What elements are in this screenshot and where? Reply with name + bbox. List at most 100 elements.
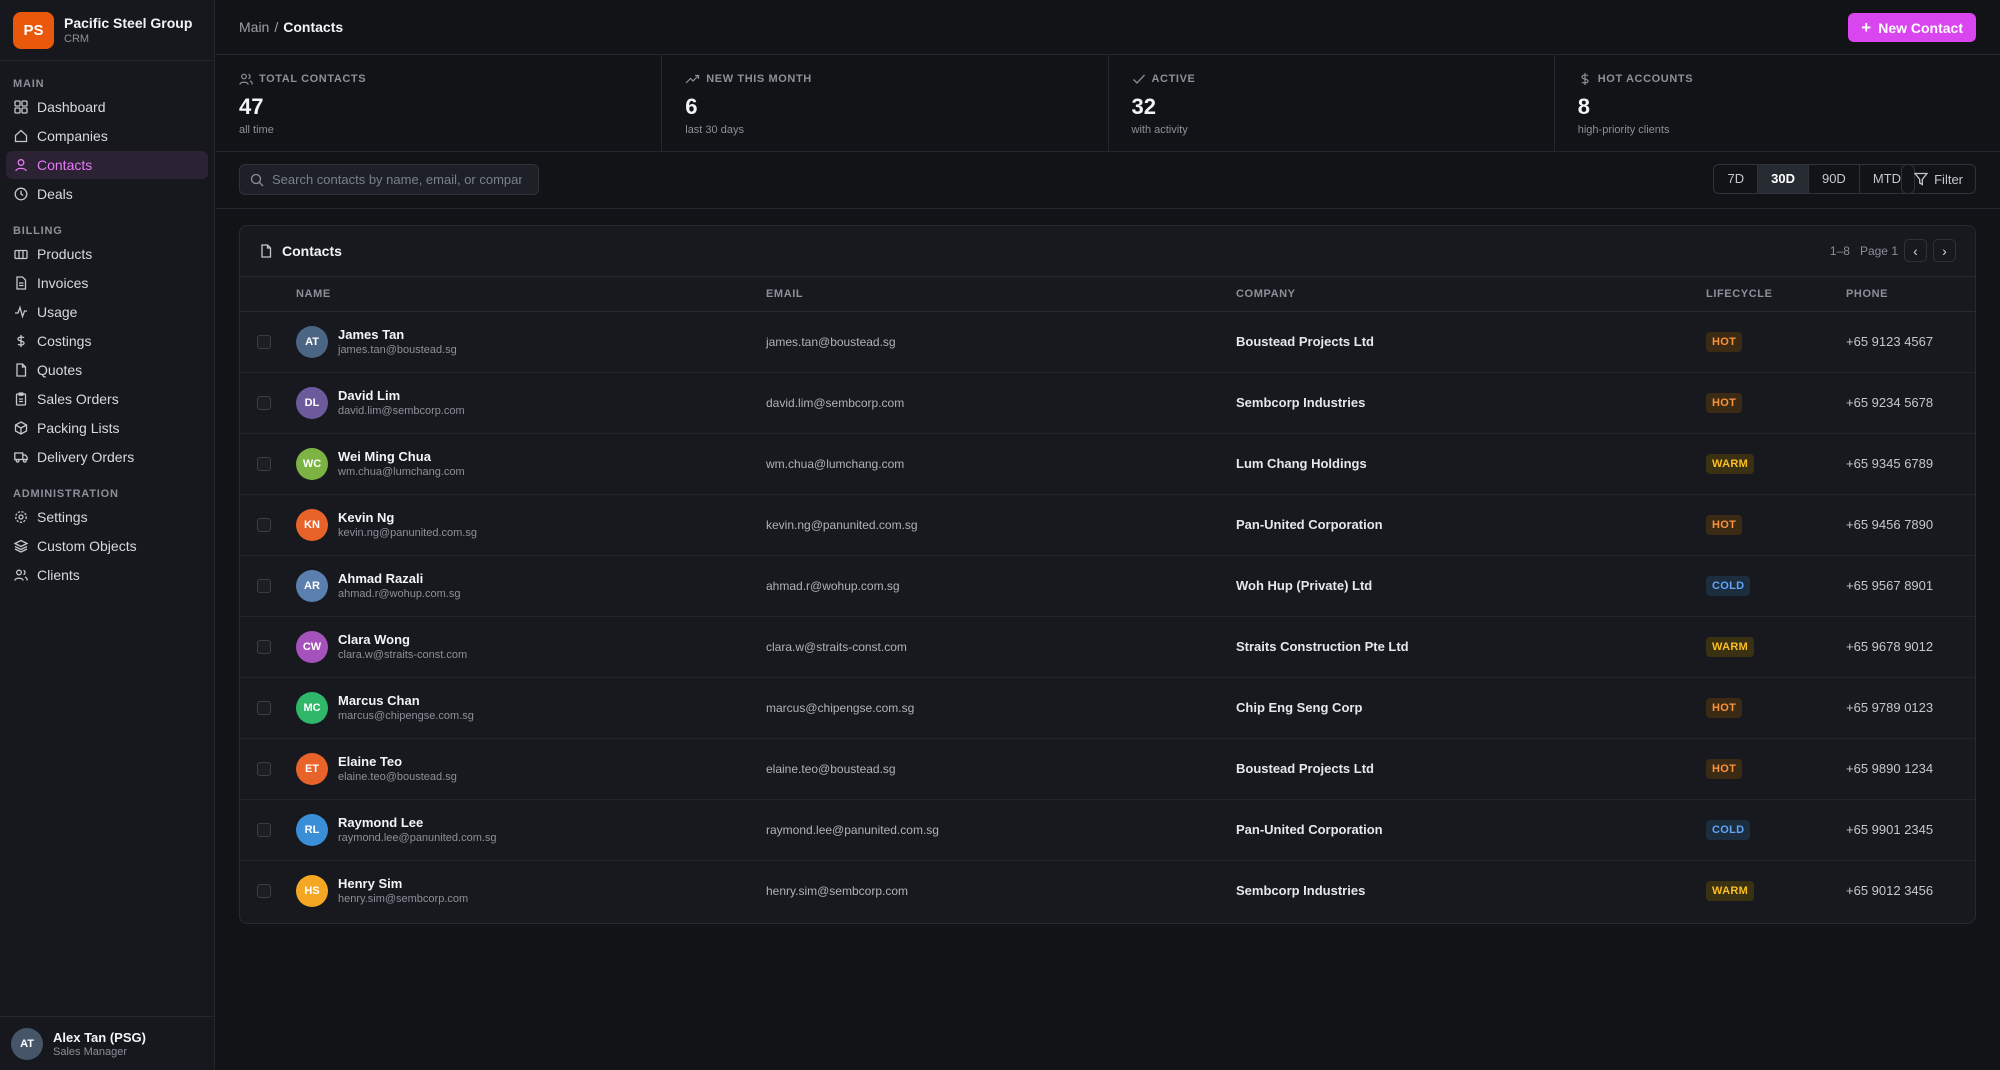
sidebar-item-packing-lists[interactable]: Packing Lists — [6, 414, 208, 442]
avatar: RL — [296, 814, 328, 846]
row-checkbox[interactable] — [257, 701, 271, 715]
contact-phone: +65 9789 0123 — [1846, 700, 1934, 715]
contact-name[interactable]: Elaine Teo — [338, 754, 402, 769]
row-checkbox[interactable] — [257, 335, 271, 349]
row-checkbox[interactable] — [257, 640, 271, 654]
contact-subtitle-email: raymond.lee@panunited.com.sg — [338, 832, 497, 844]
sidebar-item-label: Packing Lists — [37, 420, 120, 436]
user-menu[interactable]: AT Alex Tan (PSG) Sales Manager — [0, 1016, 214, 1070]
contact-phone: +65 9456 7890 — [1846, 517, 1934, 532]
table-title: Contacts — [282, 243, 342, 259]
sidebar-item-dashboard[interactable]: Dashboard — [6, 93, 208, 121]
stat-total-contacts: TOTAL CONTACTS 47 all time — [216, 55, 663, 151]
contact-name[interactable]: Kevin Ng — [338, 510, 394, 525]
table-header: Contacts 1–8 Page 1 ‹ › — [240, 226, 1975, 277]
range-30d[interactable]: 30D — [1758, 165, 1809, 193]
table-row[interactable]: CW Clara Wong clara.w@straits-const.com cla… — [240, 617, 1975, 678]
contact-name[interactable]: Ahmad Razali — [338, 571, 423, 586]
sidebar-item-contacts[interactable]: Contacts — [6, 151, 208, 179]
table-row[interactable]: MC Marcus Chan marcus@chipengse.com.sg marc… — [240, 678, 1975, 739]
contact-company: Boustead Projects Ltd — [1236, 761, 1374, 776]
contact-phone: +65 9567 8901 — [1846, 578, 1934, 593]
filter-label: Filter — [1934, 171, 1963, 187]
prev-page-button[interactable]: ‹ — [1904, 239, 1927, 262]
next-page-button[interactable]: › — [1933, 239, 1956, 262]
range-90d[interactable]: 90D — [1809, 165, 1860, 193]
sidebar-item-quotes[interactable]: Quotes — [6, 356, 208, 384]
row-checkbox[interactable] — [257, 457, 271, 471]
contact-company: Sembcorp Industries — [1236, 395, 1366, 410]
main-content: Main / Contacts + New Contact TOTAL CONTAC… — [216, 0, 2000, 1070]
sidebar-item-costings[interactable]: Costings — [6, 327, 208, 355]
contact-name[interactable]: Marcus Chan — [338, 693, 420, 708]
table-row[interactable]: WC Wei Ming Chua wm.chua@lumchang.com wm.ch… — [240, 434, 1975, 495]
brand[interactable]: PS Pacific Steel Group CRM — [0, 0, 214, 61]
table-row[interactable]: ET Elaine Teo elaine.teo@boustead.sg elaine… — [240, 739, 1975, 800]
user-role: Sales Manager — [53, 1045, 127, 1058]
column-name[interactable]: NAME — [296, 288, 331, 300]
plus-icon: + — [1861, 18, 1872, 37]
sidebar-item-usage[interactable]: Usage — [6, 298, 208, 326]
sidebar-item-delivery-orders[interactable]: Delivery Orders — [6, 443, 208, 471]
pagination-page: Page 1 — [1859, 243, 1898, 258]
table-row[interactable]: AR Ahmad Razali ahmad.r@wohup.com.sg ahmad.… — [240, 556, 1975, 617]
table-columns: NAME EMAIL COMPANY LIFECYCLE PHONE — [240, 277, 1975, 312]
stats-bar: TOTAL CONTACTS 47 all time NEW THIS MONT… — [216, 55, 2000, 152]
contact-phone: +65 9678 9012 — [1846, 639, 1934, 654]
column-phone[interactable]: PHONE — [1846, 288, 1888, 300]
table-row[interactable]: RL Raymond Lee raymond.lee@panunited.com.s… — [240, 800, 1975, 861]
lifecycle-badge: WARM — [1706, 637, 1755, 657]
contact-email: david.lim@sembcorp.com — [766, 396, 905, 410]
stat-value: 32 — [1131, 94, 1156, 119]
table-row[interactable]: DL David Lim david.lim@sembcorp.com david.l… — [240, 373, 1975, 434]
row-checkbox[interactable] — [257, 762, 271, 776]
box-icon — [14, 247, 28, 261]
row-checkbox[interactable] — [257, 396, 271, 410]
contact-name[interactable]: Raymond Lee — [338, 815, 423, 830]
row-checkbox[interactable] — [257, 884, 271, 898]
breadcrumb: Main / Contacts — [239, 19, 343, 35]
pagination-range: 1–8 — [1829, 243, 1850, 258]
search-input[interactable] — [272, 172, 522, 187]
contact-name[interactable]: Henry Sim — [338, 876, 402, 891]
column-lifecycle[interactable]: LIFECYCLE — [1706, 288, 1773, 300]
contact-email: james.tan@boustead.sg — [766, 335, 896, 349]
new-contact-button[interactable]: + New Contact — [1848, 13, 1976, 42]
table-row[interactable]: HS Henry Sim henry.sim@sembcorp.com henry.s… — [240, 861, 1975, 922]
row-checkbox[interactable] — [257, 518, 271, 532]
user-icon — [14, 158, 28, 172]
breadcrumb-main[interactable]: Main — [239, 19, 269, 35]
sidebar-item-products[interactable]: Products — [6, 240, 208, 268]
column-email[interactable]: EMAIL — [766, 288, 803, 300]
stat-sub: last 30 days — [685, 124, 744, 136]
avatar: DL — [296, 387, 328, 419]
filter-button[interactable]: Filter — [1901, 164, 1976, 194]
contact-name[interactable]: Clara Wong — [338, 632, 410, 647]
breadcrumb-separator: / — [274, 19, 279, 35]
range-7d[interactable]: 7D — [1714, 165, 1759, 193]
sidebar-item-deals[interactable]: Deals — [6, 180, 208, 208]
contact-subtitle-email: wm.chua@lumchang.com — [338, 466, 465, 478]
sidebar-item-custom-objects[interactable]: Custom Objects — [6, 532, 208, 560]
nav-heading-billing: BILLING — [13, 225, 63, 237]
sidebar-item-label: Sales Orders — [37, 391, 119, 407]
truck-icon — [14, 450, 28, 464]
table-row[interactable]: AT James Tan james.tan@boustead.sg james.ta… — [240, 312, 1975, 373]
row-checkbox[interactable] — [257, 823, 271, 837]
file-icon — [14, 363, 28, 377]
sidebar-item-invoices[interactable]: Invoices — [6, 269, 208, 297]
stat-active: ACTIVE 32 with activity — [1109, 55, 1555, 151]
row-checkbox[interactable] — [257, 579, 271, 593]
contact-phone: +65 9234 5678 — [1846, 395, 1934, 410]
contact-name[interactable]: David Lim — [338, 388, 400, 403]
sidebar-item-sales-orders[interactable]: Sales Orders — [6, 385, 208, 413]
sidebar-item-settings[interactable]: Settings — [6, 503, 208, 531]
sidebar-item-companies[interactable]: Companies — [6, 122, 208, 150]
pagination: 1–8 Page 1 ‹ › — [1830, 239, 1956, 262]
contact-name[interactable]: Wei Ming Chua — [338, 449, 431, 464]
table-row[interactable]: KN Kevin Ng kevin.ng@panunited.com.sg kevin… — [240, 495, 1975, 556]
stat-sub: with activity — [1131, 124, 1188, 136]
contact-name[interactable]: James Tan — [338, 327, 404, 342]
sidebar-item-clients[interactable]: Clients — [6, 561, 208, 589]
column-company[interactable]: COMPANY — [1236, 288, 1296, 300]
